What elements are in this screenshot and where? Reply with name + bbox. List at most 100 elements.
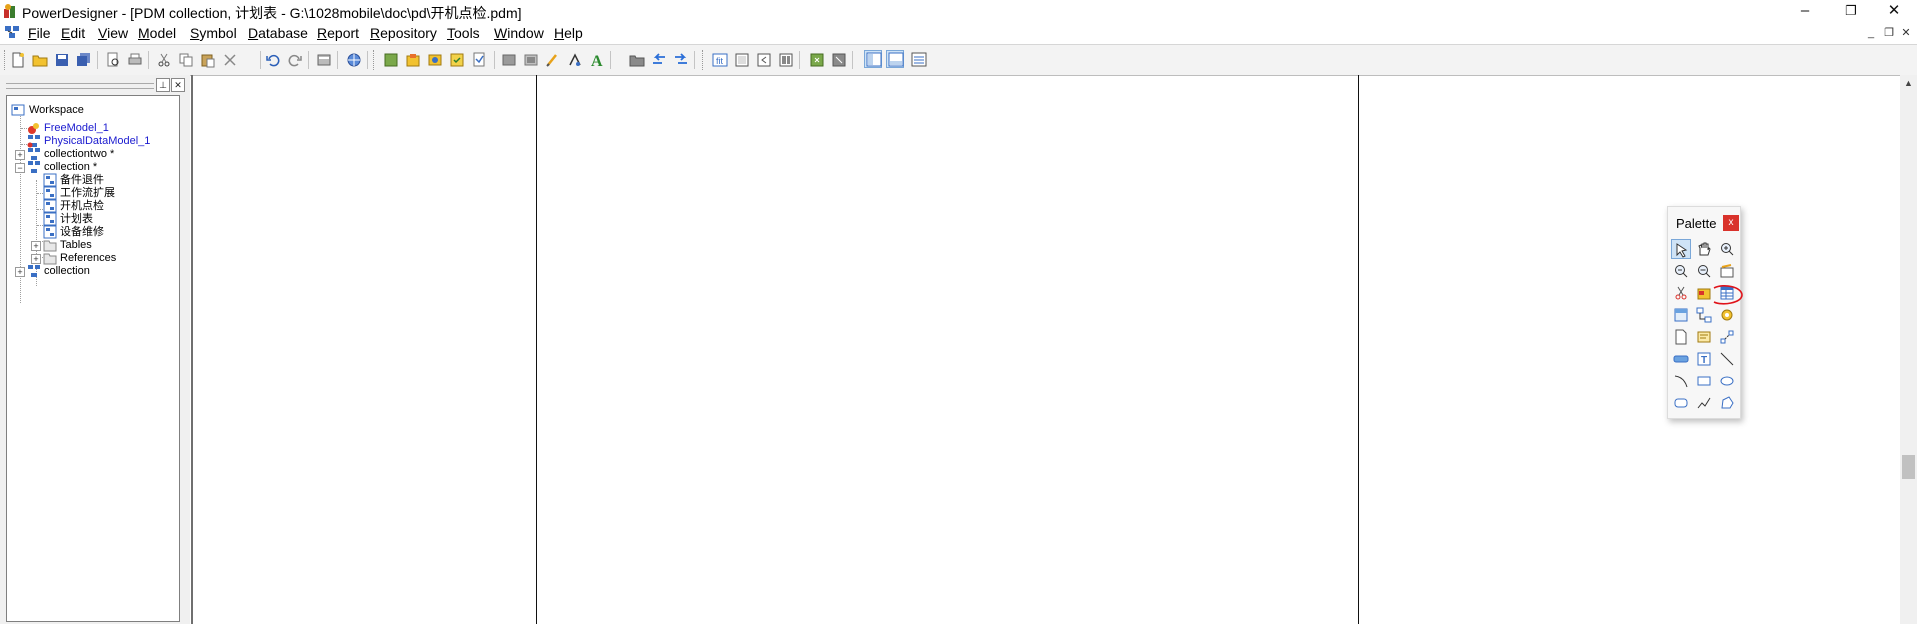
ellipse-icon[interactable]: [1717, 371, 1737, 391]
zoom-out-icon[interactable]: [1671, 261, 1691, 281]
title-bar: PowerDesigner - [PDM collection, 计划表 - G…: [0, 0, 1917, 22]
procedure-icon[interactable]: [1717, 305, 1737, 325]
link-icon[interactable]: [1717, 327, 1737, 347]
document-menu-icon[interactable]: [4, 24, 20, 40]
powerdesigner-logo-icon: [4, 4, 15, 18]
zoom-in-icon[interactable]: [1717, 239, 1737, 259]
line-icon[interactable]: [1717, 349, 1737, 369]
stop-icon[interactable]: [830, 51, 848, 69]
menu-report[interactable]: Report: [317, 25, 359, 41]
palette-close-button[interactable]: x: [1723, 215, 1739, 231]
folder-icon: [43, 240, 57, 252]
delete-icon[interactable]: [221, 51, 239, 69]
menu-database[interactable]: Database: [248, 25, 308, 41]
check-model-icon[interactable]: [448, 51, 466, 69]
font-icon[interactable]: A: [588, 51, 606, 69]
free-model-icon: [28, 123, 39, 134]
menu-repository[interactable]: Repository: [370, 25, 437, 41]
restore-button[interactable]: ❐: [1828, 0, 1874, 22]
page-left-icon[interactable]: [755, 51, 773, 69]
properties-icon[interactable]: [1717, 261, 1737, 281]
compare-left-icon[interactable]: [650, 51, 668, 69]
print-icon[interactable]: [126, 51, 144, 69]
menu-file[interactable]: File: [28, 25, 51, 41]
annotation-circle-icon: [1713, 285, 1743, 305]
properties-icon[interactable]: [315, 51, 333, 69]
web-icon[interactable]: [345, 51, 363, 69]
cut-icon[interactable]: [155, 51, 173, 69]
rectangle-icon[interactable]: [1694, 371, 1714, 391]
expander-references[interactable]: +: [31, 254, 41, 264]
main-toolbar: A fit: [0, 44, 1917, 76]
arc-icon[interactable]: [1671, 371, 1691, 391]
diagram-icon: [43, 186, 57, 200]
diagram-canvas[interactable]: [193, 75, 1900, 624]
undo-icon[interactable]: [264, 51, 282, 69]
scroll-thumb[interactable]: [1902, 455, 1915, 479]
text-icon[interactable]: T: [1694, 349, 1714, 369]
mdi-minimize-button[interactable]: _: [1864, 26, 1878, 40]
menu-symbol[interactable]: Symbol: [190, 25, 237, 41]
mdi-restore-button[interactable]: ❐: [1882, 26, 1896, 40]
menu-help[interactable]: Help: [554, 25, 583, 41]
scroll-up-icon[interactable]: ▲: [1904, 78, 1913, 88]
rounded-rectangle-icon[interactable]: [1671, 393, 1691, 413]
browser-pin-button[interactable]: ⊥: [156, 78, 170, 92]
generate-icon[interactable]: [470, 51, 488, 69]
mdi-close-button[interactable]: ✕: [1899, 26, 1913, 40]
save-all-icon[interactable]: [75, 51, 93, 69]
polyline-icon[interactable]: [1694, 393, 1714, 413]
polygon-icon[interactable]: [1717, 393, 1737, 413]
file-icon[interactable]: [1671, 327, 1691, 347]
svg-text:fit: fit: [716, 56, 724, 66]
diagram-icon[interactable]: [426, 51, 444, 69]
vertical-scrollbar[interactable]: ▲: [1900, 75, 1917, 624]
open-icon[interactable]: [31, 51, 49, 69]
expander-collection-active[interactable]: −: [15, 163, 25, 173]
menu-model[interactable]: Model: [138, 25, 176, 41]
output-toggle-icon[interactable]: [886, 50, 904, 68]
expander-collectiontwo[interactable]: +: [15, 150, 25, 160]
pointer-icon[interactable]: [1671, 239, 1691, 259]
browser-panel-grip[interactable]: [6, 83, 154, 89]
menu-edit[interactable]: Edit: [61, 25, 85, 41]
format-brush-icon[interactable]: [544, 51, 562, 69]
menu-window[interactable]: Window: [494, 25, 544, 41]
note-icon[interactable]: [1694, 327, 1714, 347]
close-button[interactable]: ✕: [1871, 0, 1917, 22]
toolbar-grip[interactable]: [4, 50, 8, 70]
menu-view[interactable]: View: [98, 25, 128, 41]
view-icon[interactable]: [1671, 305, 1691, 325]
browser-toggle-icon[interactable]: [864, 50, 882, 68]
browser-close-button[interactable]: ✕: [171, 78, 185, 92]
result-list-icon[interactable]: [910, 51, 928, 69]
compare-right-icon[interactable]: [672, 51, 690, 69]
redo-icon[interactable]: [286, 51, 304, 69]
grid-icon[interactable]: [808, 51, 826, 69]
reference-icon[interactable]: [1694, 305, 1714, 325]
delete-icon[interactable]: [1671, 283, 1691, 303]
expander-collection[interactable]: +: [15, 267, 25, 277]
package-icon[interactable]: [404, 51, 422, 69]
save-icon[interactable]: [53, 51, 71, 69]
svg-text:A: A: [591, 53, 603, 68]
title-icon[interactable]: [1671, 349, 1691, 369]
paste-icon[interactable]: [199, 51, 217, 69]
minimize-button[interactable]: –: [1782, 0, 1828, 22]
page-right-icon[interactable]: [777, 51, 795, 69]
page-icon[interactable]: [733, 51, 751, 69]
group-icon[interactable]: [500, 51, 518, 69]
copy-icon[interactable]: [177, 51, 195, 69]
model-icon[interactable]: [382, 51, 400, 69]
zoom-fit-icon[interactable]: fit: [711, 51, 729, 69]
menu-tools[interactable]: Tools: [447, 25, 480, 41]
page-boundary-line: [536, 75, 537, 624]
text-color-icon[interactable]: [566, 51, 584, 69]
expander-tables[interactable]: +: [31, 241, 41, 251]
grabber-icon[interactable]: [1694, 239, 1714, 259]
print-preview-icon[interactable]: [104, 51, 122, 69]
zoom-out-alt-icon[interactable]: [1694, 261, 1714, 281]
new-icon[interactable]: [9, 51, 27, 69]
ungroup-icon[interactable]: [522, 51, 540, 69]
folder-icon[interactable]: [628, 51, 646, 69]
